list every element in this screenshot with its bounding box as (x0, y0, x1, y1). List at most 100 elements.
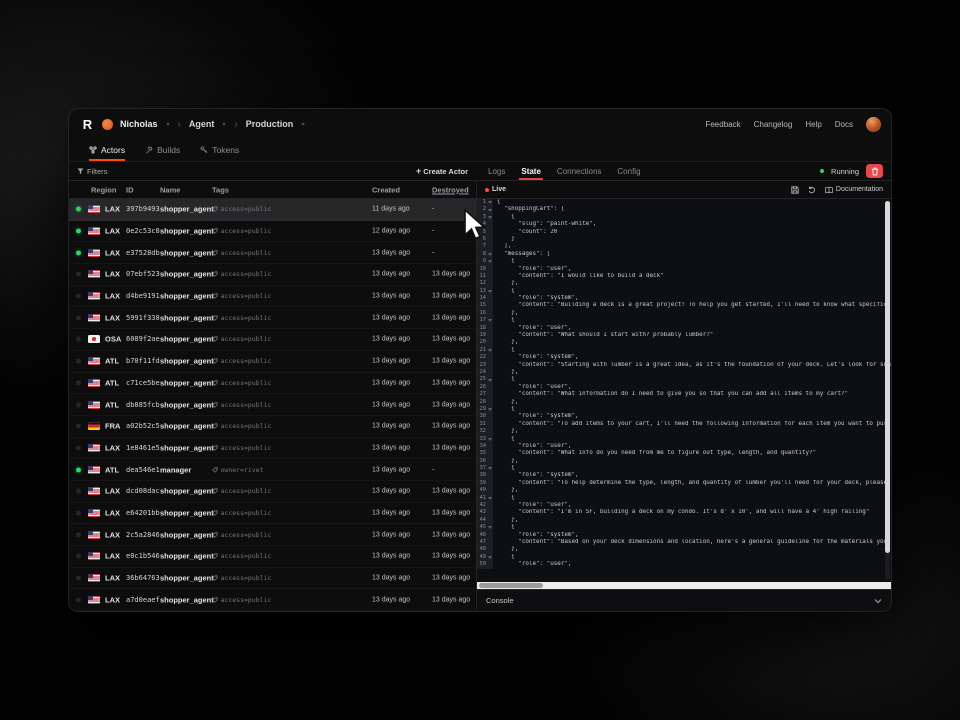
save-icon[interactable] (791, 186, 799, 194)
table-row[interactable]: LAX1e8461e5shopper_agentaccess=public13 … (69, 438, 476, 460)
vertical-scrollbar-thumb[interactable] (885, 201, 890, 553)
destroyed-cell: 13 days ago (432, 293, 470, 300)
horizontal-scrollbar-thumb[interactable] (479, 583, 543, 588)
breadcrumb-separator: › (234, 119, 237, 130)
collapse-icon[interactable] (488, 319, 492, 322)
tab-connections[interactable]: Connections (557, 162, 601, 180)
avatar[interactable] (866, 117, 881, 132)
chevron-down-icon[interactable] (301, 123, 305, 126)
breadcrumb-user[interactable]: Nicholas (120, 119, 158, 129)
collapse-icon[interactable] (488, 379, 492, 382)
region-cell: LAX (105, 292, 120, 301)
status-dot (76, 250, 81, 255)
status-dot (76, 532, 81, 537)
table-row[interactable]: LAX5991f338shopper_agentaccess=public13 … (69, 307, 476, 329)
table-row[interactable]: FRAa02b52c5shopper_agentaccess=public13 … (69, 416, 476, 438)
gutter: 32 (477, 428, 493, 435)
running-status-dot (820, 169, 825, 174)
collapse-icon[interactable] (488, 467, 492, 470)
tags-cell: access=public (212, 531, 271, 539)
collapse-icon[interactable] (488, 216, 492, 219)
table-row[interactable]: LAX36b64763shopper_agentaccess=public13 … (69, 568, 476, 590)
region-cell: LAX (105, 552, 120, 561)
status-dot (76, 402, 81, 407)
tab-state[interactable]: State (521, 162, 541, 180)
table-row[interactable]: LAXe37528dbshopper_agentaccess=public13 … (69, 242, 476, 264)
destroy-actor-button[interactable] (866, 164, 883, 178)
region-cell: LAX (105, 227, 120, 236)
collapse-icon[interactable] (488, 438, 492, 441)
destroyed-cell: 13 days ago (432, 336, 470, 343)
gutter: 41 (477, 495, 493, 502)
gutter: 31 (477, 421, 493, 428)
table-row[interactable]: ATLdb885fcbshopper_agentaccess=public13 … (69, 394, 476, 416)
gutter: 26 (477, 384, 493, 391)
gutter: 27 (477, 391, 493, 398)
tab-builds[interactable]: Builds (145, 139, 180, 161)
tag-icon (212, 402, 218, 408)
table-row[interactable]: LAXe64201bbshopper_agentaccess=public13 … (69, 503, 476, 525)
id-cell: e64201bb (126, 509, 160, 517)
collapse-icon[interactable] (488, 260, 492, 263)
gutter: 35 (477, 450, 493, 457)
name-cell: shopper_agent (160, 574, 214, 583)
chevron-down-icon[interactable] (874, 598, 882, 604)
table-row[interactable]: LAX397b9493shopper_agentaccess=public11 … (69, 199, 476, 221)
breadcrumb-project[interactable]: Agent (189, 119, 215, 129)
chevron-down-icon[interactable] (166, 123, 170, 126)
nav-help[interactable]: Help (805, 120, 821, 129)
chevron-down-icon[interactable] (222, 123, 226, 126)
state-json-editor[interactable]: 1{2 "shoppingCart": [3 {4 "slug": "paint… (477, 199, 891, 582)
collapse-icon[interactable] (488, 497, 492, 500)
table-row[interactable]: ATLdea546e1managerowner=rivet13 days ago… (69, 459, 476, 481)
gutter: 13 (477, 288, 493, 295)
code-line: 11 "content": "I would like to build a d… (477, 273, 891, 280)
table-row[interactable]: LAX07ebf523shopper_agentaccess=public13 … (69, 264, 476, 286)
horizontal-scrollbar[interactable] (477, 582, 891, 589)
gutter: 9 (477, 258, 493, 265)
table-row[interactable]: LAXe0c1b546shopper_agentaccess=public13 … (69, 546, 476, 568)
table-row[interactable]: ATLc71ce5beshopper_agentaccess=public13 … (69, 373, 476, 395)
create-actor-button[interactable]: + Create Actor (416, 167, 468, 176)
nav-feedback[interactable]: Feedback (705, 120, 740, 129)
collapse-icon[interactable] (488, 408, 492, 411)
tab-config[interactable]: Config (617, 162, 640, 180)
collapse-icon[interactable] (488, 556, 492, 559)
table-row[interactable]: LAXa7d0eaefshopper_agentaccess=public13 … (69, 589, 476, 611)
status-dot (76, 554, 81, 559)
table-row[interactable]: LAX0e2c53c8shopper_agentaccess=public12 … (69, 221, 476, 243)
collapse-icon[interactable] (488, 253, 492, 256)
code-line: 7 ], (477, 243, 891, 250)
undo-icon[interactable] (808, 186, 816, 194)
vertical-scrollbar[interactable] (885, 201, 890, 580)
collapse-icon[interactable] (488, 201, 492, 204)
table-row[interactable]: LAX2c5a2846shopper_agentaccess=public13 … (69, 524, 476, 546)
region-flag-icon (88, 444, 100, 452)
nav-docs[interactable]: Docs (835, 120, 853, 129)
nav-changelog[interactable]: Changelog (754, 120, 793, 129)
documentation-link[interactable]: Documentation (825, 186, 883, 194)
tab-tokens[interactable]: Tokens (200, 139, 239, 161)
table-row[interactable]: OSA6089f2aeshopper_agentaccess=public13 … (69, 329, 476, 351)
table-row[interactable]: ATLb70f11fdshopper_agentaccess=public13 … (69, 351, 476, 373)
tab-logs[interactable]: Logs (488, 162, 505, 180)
breadcrumb-environment[interactable]: Production (246, 119, 294, 129)
tag-icon (212, 445, 218, 451)
destroyed-cell: 13 days ago (432, 314, 470, 321)
console-bar[interactable]: Console (477, 589, 891, 611)
collapse-icon[interactable] (488, 290, 492, 293)
table-row[interactable]: LAXd4be9191shopper_agentaccess=public13 … (69, 286, 476, 308)
trash-icon (871, 167, 879, 176)
name-cell: shopper_agent (160, 487, 214, 496)
destroyed-cell: 13 days ago (432, 444, 470, 451)
collapse-icon[interactable] (488, 526, 492, 529)
collapse-icon[interactable] (488, 209, 492, 212)
tab-actors[interactable]: Actors (89, 139, 125, 161)
tags-cell: owner=rivet (212, 466, 264, 474)
collapse-icon[interactable] (488, 349, 492, 352)
filters-button[interactable]: Filters (77, 167, 107, 176)
table-row[interactable]: LAXdcd08dacshopper_agentaccess=public13 … (69, 481, 476, 503)
rivet-logo-icon[interactable]: R (79, 116, 95, 132)
gutter: 21 (477, 347, 493, 354)
id-cell: db885fcb (126, 401, 160, 409)
